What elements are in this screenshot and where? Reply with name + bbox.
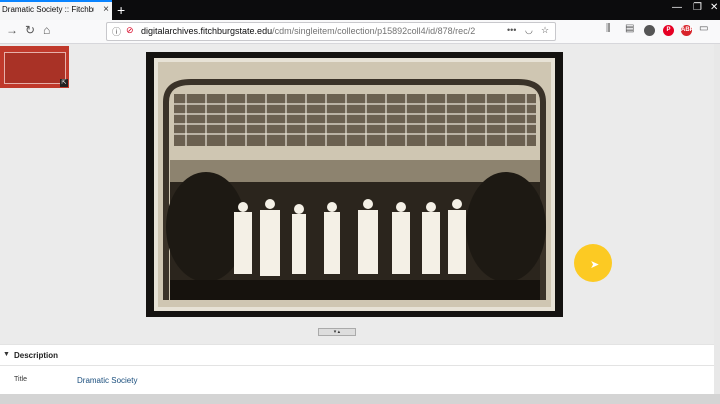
sidebar-icon[interactable]: ▤ [625, 23, 634, 34]
pocket-icon[interactable]: ◡ [525, 25, 533, 36]
field-value-title[interactable]: Dramatic Society [77, 376, 137, 385]
library-icon[interactable]: ⫼ [606, 23, 611, 34]
close-tab-icon[interactable]: × [103, 4, 109, 15]
home-icon[interactable]: ⌂ [43, 23, 50, 37]
reload-icon[interactable]: ↻ [25, 23, 35, 37]
account-icon[interactable] [644, 25, 655, 36]
bookmark-star-icon[interactable]: ☆ [541, 25, 549, 36]
mouse-pointer-icon: ➤ [590, 259, 600, 271]
bottom-strip [0, 394, 720, 404]
collapse-arrow-icon[interactable]: ▼ [3, 351, 10, 358]
tab-title: Dramatic Society :: Fitchburg St [2, 5, 94, 14]
close-window-icon[interactable]: ✕ [710, 2, 718, 13]
insecure-lock-icon[interactable]: ⊘ [126, 25, 134, 36]
minimize-icon[interactable]: — [672, 2, 682, 13]
active-tab[interactable]: Dramatic Society :: Fitchburg St × [0, 0, 112, 20]
navigation-bar: → ↻ ⌂ ⓘ ⊘ digitalarchives.fitchburgstate… [0, 20, 720, 44]
url-path: /cdm/singleitem/collection/p15892coll4/i… [272, 26, 476, 36]
thumbnail-photo [4, 52, 66, 84]
scrollbar[interactable] [714, 44, 720, 394]
page-content: ⇱ ▾ ▴ ▼ Description Title Dramatic Socie… [0, 44, 720, 404]
field-label-title: Title [14, 376, 27, 383]
forward-icon[interactable]: → [6, 23, 18, 37]
url-text[interactable]: digitalarchives.fitchburgstate.edu/cdm/s… [141, 26, 475, 36]
abp-icon[interactable]: ABP [681, 25, 694, 36]
info-icon[interactable]: ⓘ [112, 25, 121, 38]
archival-photo[interactable] [146, 52, 563, 317]
thumbnail-image[interactable]: ⇱ [0, 46, 69, 88]
new-tab-button[interactable]: + [117, 1, 125, 19]
url-bar[interactable]: ⓘ ⊘ digitalarchives.fitchburgstate.edu/c… [106, 22, 556, 41]
screenshot-icon[interactable]: ▭ [699, 23, 708, 34]
maximize-icon[interactable]: ❐ [693, 2, 702, 13]
description-panel: ▼ Description Title Dramatic Society [0, 344, 714, 394]
expand-icon[interactable]: ⇱ [60, 79, 68, 87]
description-header[interactable]: ▼ Description [0, 344, 714, 366]
url-host: digitalarchives.fitchburgstate.edu [141, 26, 273, 36]
pinterest-icon[interactable]: P [663, 25, 674, 36]
page-actions-icon[interactable]: ••• [507, 25, 516, 35]
viewer-splitter[interactable]: ▾ ▴ [318, 328, 356, 336]
description-title: Description [14, 351, 59, 360]
tab-bar: Dramatic Society :: Fitchburg St × + — ❐… [0, 0, 720, 20]
